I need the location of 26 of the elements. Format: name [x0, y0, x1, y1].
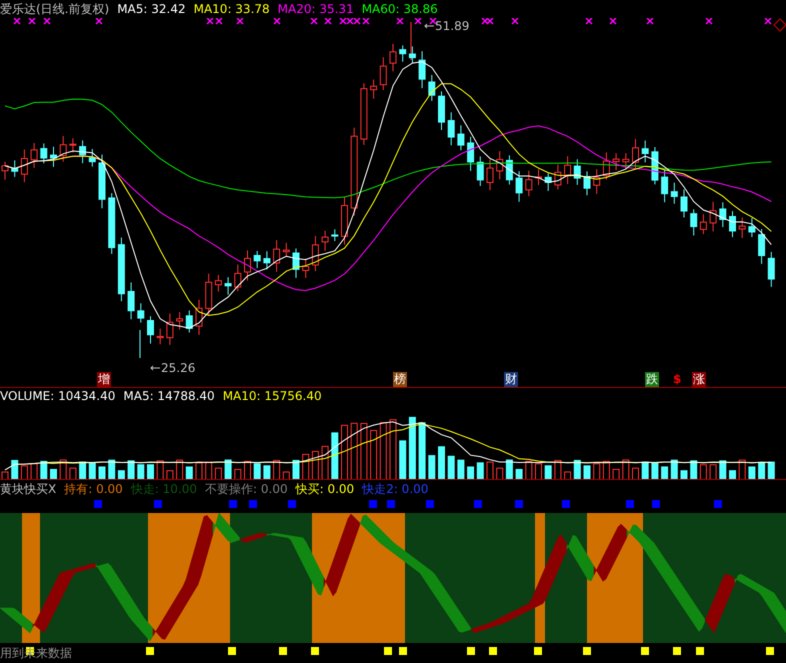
indicator-value: 不要操作: 0.00	[205, 480, 288, 496]
moving-average-value: MA60: 38.86	[362, 1, 438, 17]
price-label: 25.26	[161, 360, 196, 376]
moving-average-value: MA5: 32.42	[117, 1, 186, 17]
indicator-value: 快买: 0.00	[296, 480, 354, 496]
arrow-icon	[150, 365, 160, 371]
indicator-value: 快走: 10.00	[130, 480, 198, 496]
moving-average-value: MA10: 33.78	[194, 1, 270, 17]
indicator-value: 快走2: 0.00	[362, 480, 428, 496]
moving-average-value: MA20: 35.31	[278, 1, 354, 17]
event-tag[interactable]: 财	[504, 372, 518, 387]
event-tag[interactable]: 涨	[692, 372, 706, 387]
price-label: 51.89	[435, 18, 470, 34]
warning-text: 用到未来数据	[0, 645, 72, 661]
event-tag[interactable]: 增	[97, 372, 111, 387]
volume-value: VOLUME: 10434.40	[0, 388, 116, 404]
arrow-icon	[424, 23, 434, 29]
chart-title: 爱乐达(日线.前复权)	[0, 1, 110, 17]
volume-value: MA5: 14788.40	[123, 388, 215, 404]
indicator-value: 持有: 0.00	[64, 480, 123, 496]
event-marker[interactable]: $	[673, 372, 682, 387]
diamond-icon	[773, 18, 786, 32]
event-tag[interactable]: 跌	[645, 372, 659, 387]
event-tag[interactable]: 榜	[393, 372, 407, 387]
volume-value: MA10: 15756.40	[222, 388, 322, 404]
indicator-name: 黄块快买X	[0, 480, 56, 496]
